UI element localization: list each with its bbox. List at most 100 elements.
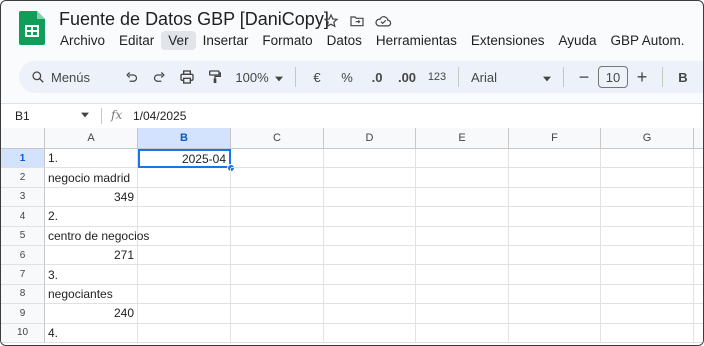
increase-decimal-button[interactable]: .00	[392, 64, 422, 90]
cell-a5[interactable]: centro de negocios	[45, 226, 149, 246]
cell-b6[interactable]	[138, 246, 231, 266]
cell-a8[interactable]: negociantes	[45, 284, 138, 305]
cell-g4[interactable]	[601, 207, 694, 227]
cell-f3[interactable]	[509, 187, 601, 208]
cell-e5[interactable]	[416, 226, 509, 246]
decrease-decimal-button[interactable]: .0	[362, 64, 392, 90]
cell-c1[interactable]	[231, 149, 324, 169]
row-header-10[interactable]: 10	[1, 323, 45, 343]
cell-a1[interactable]: 1.	[45, 149, 138, 169]
cell-f1[interactable]	[509, 149, 601, 169]
row-header-5[interactable]: 5	[1, 226, 45, 246]
column-header-g[interactable]: G	[601, 128, 694, 149]
cell-d7[interactable]	[324, 265, 416, 285]
cell-a7[interactable]: 3.	[45, 265, 138, 285]
cell-d4[interactable]	[324, 207, 416, 227]
cell-h7[interactable]	[694, 265, 703, 285]
cell-e6[interactable]	[416, 246, 509, 266]
cell-c5[interactable]	[231, 226, 324, 246]
cell-h8[interactable]	[694, 285, 703, 305]
cell-a10[interactable]: 4.	[45, 323, 138, 343]
percent-format-button[interactable]: %	[332, 64, 362, 90]
column-header-f[interactable]: F	[509, 128, 601, 149]
row-header-7[interactable]: 7	[1, 265, 45, 285]
cell-b8[interactable]	[138, 284, 231, 305]
menu-ver[interactable]: Ver	[161, 31, 196, 50]
cell-g8[interactable]	[601, 284, 694, 305]
menu-formato[interactable]: Formato	[255, 31, 319, 50]
cell-h9[interactable]	[694, 304, 703, 324]
cell-b1[interactable]: 2025-04	[138, 149, 231, 169]
menu-gbp-autom[interactable]: GBP Autom.	[604, 31, 692, 50]
cell-c7[interactable]	[231, 265, 324, 285]
font-size-decrease-icon[interactable]: −	[570, 64, 598, 90]
row-header-1[interactable]: 1	[1, 149, 45, 169]
cell-b5[interactable]	[138, 226, 231, 246]
cell-c3[interactable]	[231, 187, 324, 208]
cell-e2[interactable]	[416, 168, 509, 188]
cell-e3[interactable]	[416, 187, 509, 208]
menu-ayuda[interactable]: Ayuda	[551, 31, 603, 50]
cell-d2[interactable]	[324, 168, 416, 188]
cell-b3[interactable]	[138, 187, 231, 208]
menu-archivo[interactable]: Archivo	[53, 31, 112, 50]
column-header-e[interactable]: E	[416, 128, 509, 149]
cell-d5[interactable]	[324, 226, 416, 246]
cell-b4[interactable]	[138, 207, 231, 227]
cell-g10[interactable]	[601, 323, 694, 343]
cell-f6[interactable]	[509, 246, 601, 266]
cell-e9[interactable]	[416, 304, 509, 324]
cell-a6[interactable]: 271	[45, 246, 138, 266]
cell-e1[interactable]	[416, 149, 509, 169]
cell-d9[interactable]	[324, 304, 416, 324]
row-header-3[interactable]: 3	[1, 187, 45, 208]
row-header-4[interactable]: 4	[1, 207, 45, 227]
column-header-c[interactable]: C	[231, 128, 324, 149]
cell-e7[interactable]	[416, 265, 509, 285]
cell-d10[interactable]	[324, 323, 416, 343]
print-icon[interactable]	[173, 64, 201, 90]
menu-herramientas[interactable]: Herramientas	[369, 31, 464, 50]
cell-c4[interactable]	[231, 207, 324, 227]
name-box[interactable]: B1	[15, 109, 30, 123]
star-icon[interactable]	[321, 11, 341, 31]
cell-c10[interactable]	[231, 323, 324, 343]
cell-g5[interactable]	[601, 226, 694, 246]
column-header-a[interactable]: A	[45, 128, 138, 149]
row-header-8[interactable]: 8	[1, 284, 45, 305]
cell-a3[interactable]: 349	[45, 187, 138, 208]
cell-h5[interactable]	[694, 227, 703, 246]
cell-a2[interactable]: negocio madrid	[45, 168, 138, 188]
cell-b2[interactable]	[138, 168, 231, 188]
font-size-increase-icon[interactable]: +	[628, 64, 656, 90]
menu-editar[interactable]: Editar	[112, 31, 161, 50]
sheets-logo-icon[interactable]	[19, 11, 45, 45]
cell-f9[interactable]	[509, 304, 601, 324]
cell-b9[interactable]	[138, 304, 231, 324]
cell-g3[interactable]	[601, 187, 694, 208]
select-all-corner[interactable]	[1, 128, 45, 149]
cell-h1[interactable]	[694, 149, 703, 169]
cell-e4[interactable]	[416, 207, 509, 227]
cell-f4[interactable]	[509, 207, 601, 227]
formula-input[interactable]: 1/04/2025	[133, 109, 186, 123]
row-header-9[interactable]: 9	[1, 304, 45, 324]
currency-format-button[interactable]: €	[302, 64, 332, 90]
cell-c9[interactable]	[231, 304, 324, 324]
cell-e8[interactable]	[416, 284, 509, 305]
redo-icon[interactable]	[145, 64, 173, 90]
column-header-d[interactable]: D	[324, 128, 416, 149]
cell-c8[interactable]	[231, 284, 324, 305]
cell-h6[interactable]	[694, 246, 703, 266]
cell-a9[interactable]: 240	[45, 304, 138, 324]
cell-f5[interactable]	[509, 226, 601, 246]
cell-f8[interactable]	[509, 284, 601, 305]
cell-g1[interactable]	[601, 149, 694, 169]
cell-h2[interactable]	[694, 168, 703, 188]
cell-b7[interactable]	[138, 265, 231, 285]
cell-h10[interactable]	[694, 324, 703, 343]
menu-datos[interactable]: Datos	[320, 31, 369, 50]
cell-g2[interactable]	[601, 168, 694, 188]
column-header-b[interactable]: B	[138, 128, 231, 149]
cell-h3[interactable]	[694, 188, 703, 208]
